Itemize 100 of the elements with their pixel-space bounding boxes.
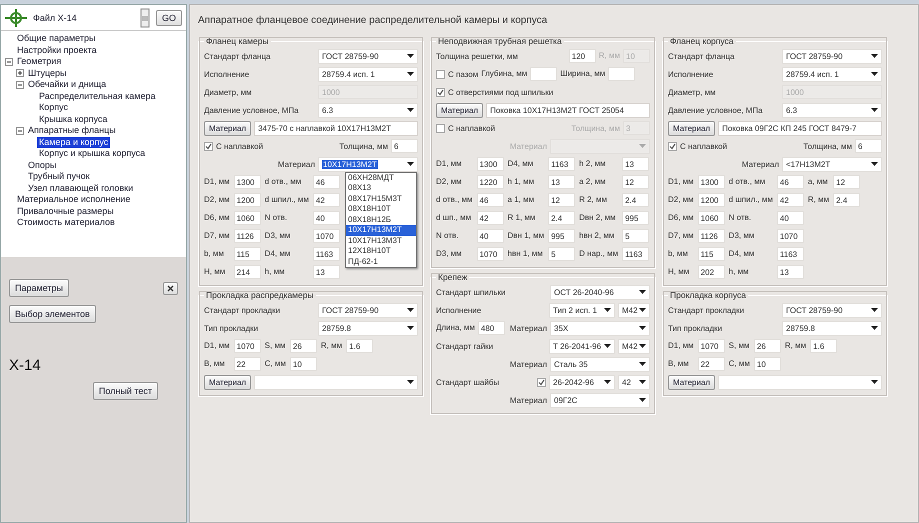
checkbox[interactable]: С отверстиями под шпильки [436,88,554,96]
tree-item[interactable]: Крышка корпуса [37,114,110,125]
input-field[interactable]: 2.4 [833,193,860,207]
input-field[interactable]: 1060 [234,211,261,225]
tree-item[interactable]: Трубный пучок [26,171,92,182]
dropdown-option[interactable]: 08Х17Н15М3Т [346,194,416,204]
dropdown[interactable]: 09Г2С [550,392,650,408]
input-field[interactable]: 6 [855,139,882,153]
tree-item[interactable]: Аппаратные фланцы [26,125,118,136]
input-field[interactable]: 40 [312,211,340,225]
input-field[interactable]: 46 [476,193,504,207]
plus-icon[interactable] [16,69,24,78]
input-field[interactable]: 22 [698,357,725,371]
input-field[interactable]: 1070 [776,229,804,243]
dropdown[interactable]: 35Х [550,320,650,336]
input-field[interactable]: 1163 [312,247,340,261]
checkbox[interactable] [537,378,546,386]
dropdown[interactable]: 42 [618,374,650,390]
input-field[interactable]: 42 [476,211,504,225]
dropdown[interactable]: 28759.8 [318,320,418,336]
dropdown-option[interactable]: 10Х17Н13М2Т [346,225,416,236]
tree-item[interactable]: Корпус и крышка корпуса [37,148,148,160]
material-button[interactable]: Материал [204,120,252,136]
checkbox[interactable]: С наплавкой [436,124,496,132]
dropdown[interactable]: 26-2042-96 [549,374,615,390]
input-field[interactable]: 1220 [476,175,504,189]
input-field[interactable]: 3475-70 с наплавкой 10Х17Н13М2Т [254,120,418,136]
checkbox[interactable]: С пазом [436,70,478,78]
input-field[interactable]: 2.4 [622,193,650,207]
dropdown[interactable]: ГОСТ 28759-90 [318,48,418,64]
dropdown-option[interactable]: 08Х13 [346,183,416,194]
dropdown[interactable]: 28759.4 исп. 1 [782,66,882,82]
input-field[interactable]: 1070 [476,247,504,261]
dropdown[interactable]: Т 26-2041-96 [549,338,615,354]
tree-item[interactable]: Материальное исполнение [15,194,132,206]
input-field[interactable]: 10 [754,357,781,371]
input-field[interactable]: 202 [698,265,725,279]
dropdown-option[interactable]: 06ХН28МДТ [346,172,416,183]
input-field[interactable]: 1163 [776,247,804,261]
input-field[interactable]: 1126 [698,229,725,243]
input-field[interactable]: Поковка 10Х17Н13М2Т ГОСТ 25054 [486,102,650,118]
input-field[interactable]: 42 [312,193,340,207]
tree-item[interactable]: Штуцеры [26,68,69,79]
dropdown-option[interactable]: 08Х18Н12Б [346,214,416,225]
parameters-button[interactable]: Параметры [9,279,69,297]
tree-item[interactable]: Распределительная камера [37,90,158,102]
input-field[interactable]: 46 [312,175,340,189]
input-field[interactable]: 5 [548,247,576,261]
tree-item[interactable]: Камера и корпус [37,136,110,148]
input-field[interactable]: 1163 [548,157,576,171]
input-field[interactable]: 40 [776,211,804,225]
input-field[interactable]: 1300 [698,175,725,189]
dropdown[interactable]: М42 [618,302,650,318]
input-field[interactable]: 995 [548,229,576,243]
input-field[interactable]: 10 [290,357,317,371]
input-field[interactable]: Поковка 09Г2С КП 245 ГОСТ 8479-7 [718,120,882,136]
input-field[interactable]: 46 [776,175,804,189]
minus-icon[interactable] [16,126,24,135]
input-field[interactable]: 1200 [698,193,725,207]
dropdown-option[interactable]: ПД-62-1 [346,256,416,267]
tree-item[interactable]: Корпус [37,102,70,114]
dropdown[interactable]: 28759.4 исп. 1 [318,66,418,82]
dropdown[interactable]: <17Н13М2Т [782,156,882,172]
dropdown[interactable]: ГОСТ 28759-90 [782,48,882,64]
material-button[interactable]: Материал [436,102,484,118]
minus-icon[interactable] [16,80,24,89]
input-field[interactable]: 13 [312,265,340,279]
input-field[interactable]: 1.6 [346,339,374,353]
input-field[interactable]: 13 [776,265,804,279]
input-field[interactable]: 120 [568,49,596,63]
input-field[interactable]: 1070 [234,339,261,353]
tree-item[interactable]: Стоимость материалов [15,217,117,228]
tree-item[interactable]: Настройки проекта [15,44,99,56]
tree-item[interactable]: Привалочные размеры [15,206,116,217]
checkbox[interactable]: С наплавкой [668,142,728,150]
select-elements-button[interactable]: Выбор элементов [9,305,96,323]
dropdown[interactable]: ГОСТ 28759-90 [782,302,882,318]
dropdown[interactable]: 6.3 [318,102,418,118]
material-button[interactable]: Материал [668,120,716,136]
input-field[interactable]: 480 [478,321,505,335]
dropdown[interactable]: 28759.8 [782,320,882,336]
test-button[interactable]: Полный тест [92,382,158,400]
input-field[interactable]: 12 [833,175,860,189]
input-field[interactable]: 1126 [234,229,261,243]
tree-item[interactable]: Узел плавающей головки [26,182,136,194]
input-field[interactable]: 2.4 [548,211,576,225]
material-button[interactable]: Материал [204,374,252,390]
input-field[interactable]: 1200 [234,193,261,207]
dropdown-option[interactable]: 12Х18Н10Т [346,246,416,256]
input-field[interactable]: 42 [776,193,804,207]
input-field[interactable] [530,67,558,81]
dropdown[interactable]: М42 [618,338,650,354]
input-field[interactable]: 1163 [622,247,650,261]
input-field[interactable] [608,67,636,81]
input-field[interactable]: 5 [622,229,650,243]
dropdown[interactable]: Сталь 35 [550,356,650,372]
input-field[interactable]: 1070 [312,229,340,243]
checkbox[interactable]: С наплавкой [204,142,264,150]
go-button[interactable]: GO [156,10,182,26]
dropdown[interactable]: Тип 2 исп. 1 [549,302,615,318]
